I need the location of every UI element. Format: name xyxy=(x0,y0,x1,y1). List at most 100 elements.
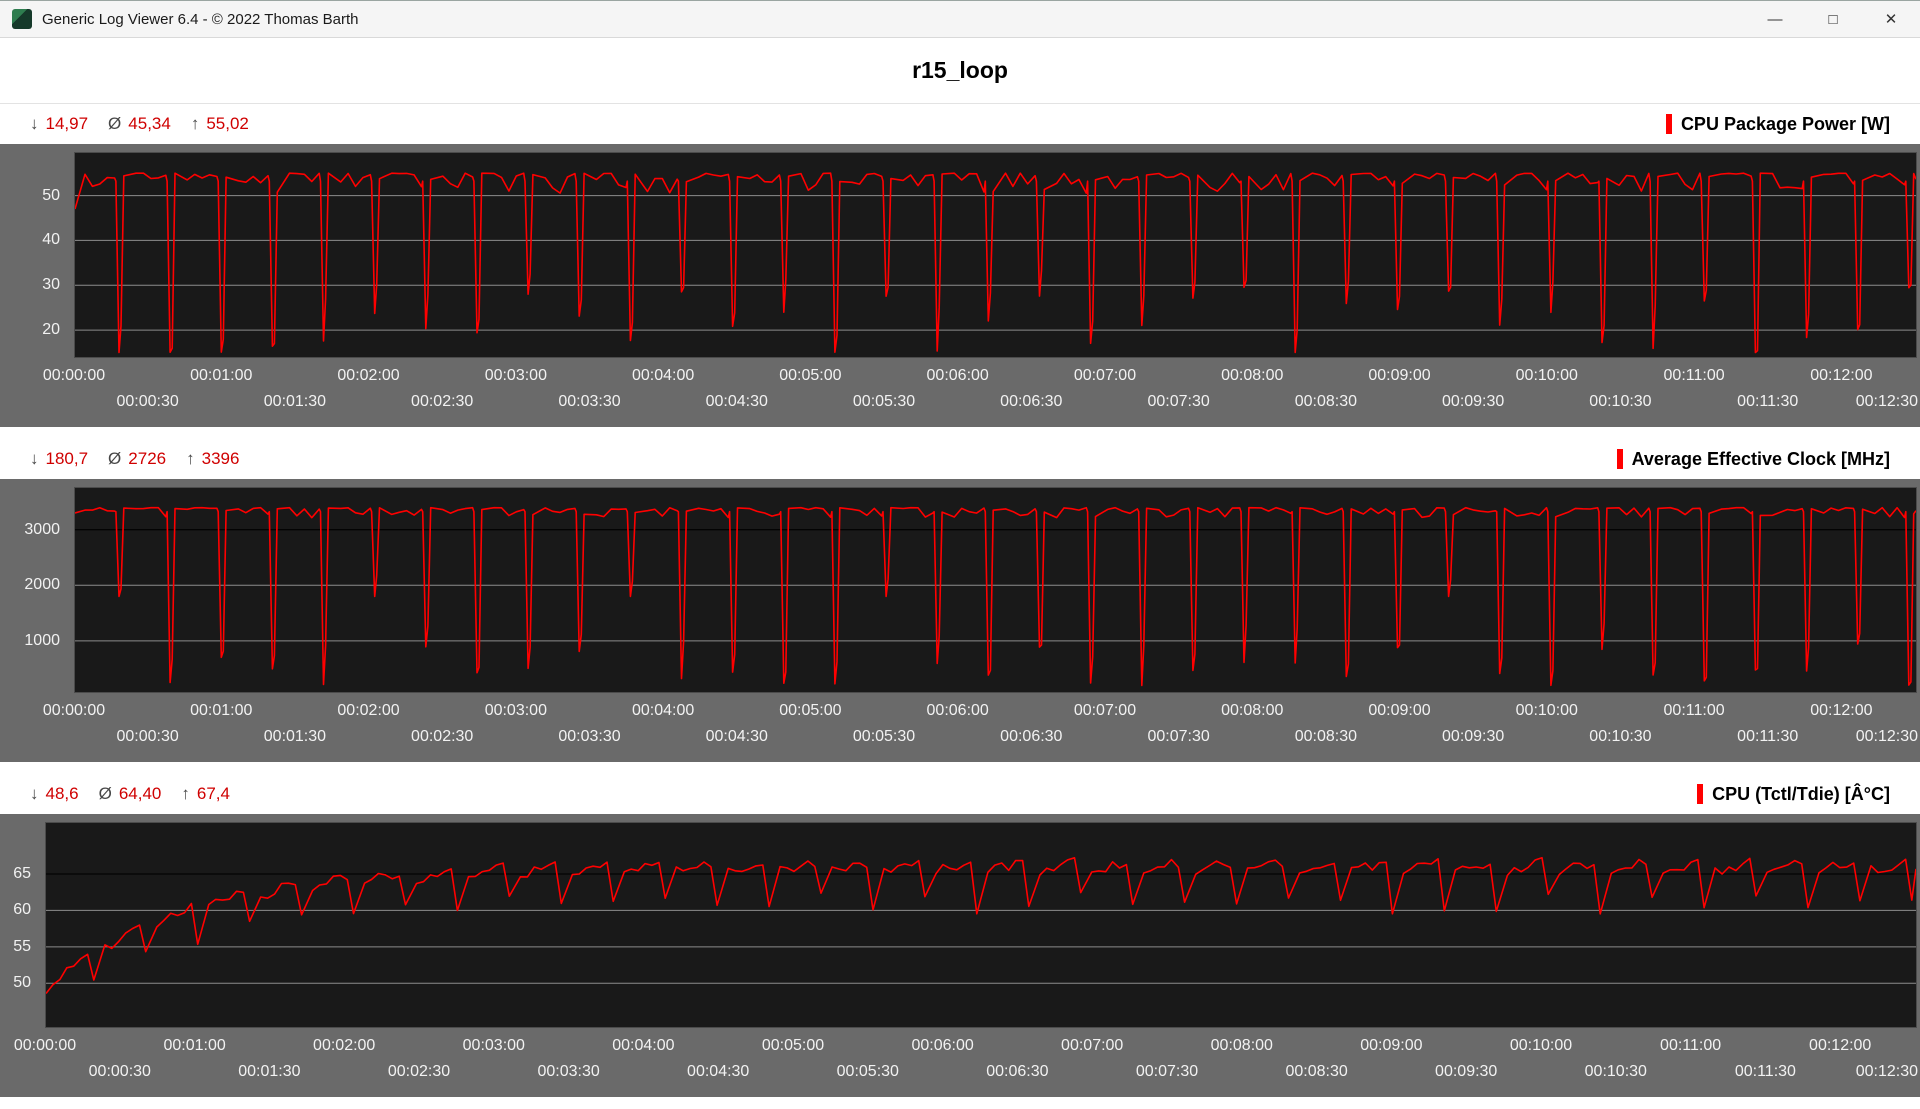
x-tick-label: 00:12:30 xyxy=(1855,1063,1918,1080)
plot-surface[interactable] xyxy=(74,487,1917,693)
chart-stats: ↓ 180,7 Ø 2726 ↑ 3396 xyxy=(30,449,239,469)
minimize-button[interactable]: — xyxy=(1746,1,1804,37)
y-tick-label: 60 xyxy=(13,901,31,919)
x-tick-label: 00:01:00 xyxy=(190,367,253,384)
x-tick-label: 00:01:30 xyxy=(263,393,327,410)
stat-min-value: 14,97 xyxy=(45,114,89,133)
x-tick-label: 00:03:30 xyxy=(558,393,621,410)
series-line xyxy=(75,506,1916,687)
x-tick-label: 00:10:00 xyxy=(1515,702,1578,719)
x-tick-label: 00:05:30 xyxy=(836,1063,899,1080)
x-tick-label: 00:04:30 xyxy=(705,393,768,410)
x-tick-label: 00:05:00 xyxy=(779,367,842,384)
y-tick-label: 30 xyxy=(42,276,60,294)
x-tick-label: 00:03:00 xyxy=(484,367,547,384)
page-title: r15_loop xyxy=(912,57,1008,83)
stats-row: ↓ 48,6 Ø 64,40 ↑ 67,4 CPU (Tctl/Tdie) [Â… xyxy=(0,774,1920,814)
x-tick-label: 00:05:00 xyxy=(779,702,842,719)
legend-color-bar xyxy=(1697,784,1704,804)
x-tick-label: 00:04:00 xyxy=(631,367,695,384)
x-tick-label: 00:04:30 xyxy=(687,1063,750,1080)
chart-area: 3000 2000 1000 00:00:00 00:01:00 00:02:00 00:0… xyxy=(0,479,1920,762)
x-tick-label: 00:09:00 xyxy=(1368,702,1431,719)
x-tick-label: 00:08:00 xyxy=(1210,1037,1273,1054)
legend-color-bar xyxy=(1616,449,1623,469)
maximize-button[interactable]: □ xyxy=(1804,1,1862,37)
x-tick-label: 00:11:00 xyxy=(1660,1037,1722,1054)
max-arrow-icon: ↑ xyxy=(186,449,195,468)
chart-legend: Average Effective Clock [MHz] xyxy=(1616,448,1890,470)
stat-avg: Ø 64,40 xyxy=(99,784,162,804)
x-tick-label: 00:08:30 xyxy=(1285,1063,1348,1080)
x-tick-label: 00:01:00 xyxy=(163,1037,226,1054)
y-tick-label: 20 xyxy=(42,321,60,339)
x-tick-label: 00:06:00 xyxy=(926,702,989,719)
chart-legend: CPU (Tctl/Tdie) [Â°C] xyxy=(1697,784,1890,805)
window-title: Generic Log Viewer 6.4 - © 2022 Thomas B… xyxy=(42,10,359,28)
stat-min: ↓ 180,7 xyxy=(30,449,88,469)
stat-max: ↑ 67,4 xyxy=(181,784,230,804)
x-tick-label: 00:11:30 xyxy=(1737,728,1799,745)
x-tick-label: 00:05:30 xyxy=(852,393,916,410)
chart-svg xyxy=(46,856,1916,994)
stat-max-value: 55,02 xyxy=(206,114,249,133)
x-tick-label: 00:11:00 xyxy=(1663,702,1725,719)
x-tick-label: 00:00:30 xyxy=(116,393,179,410)
x-tick-label: 00:06:00 xyxy=(926,367,989,384)
y-tick-label: 2000 xyxy=(24,576,60,594)
window-controls: — □ ✕ xyxy=(1746,1,1920,37)
x-tick-label: 00:06:30 xyxy=(1000,393,1063,410)
stat-min: ↓ 14,97 xyxy=(30,114,88,134)
x-tick-label: 00:09:00 xyxy=(1368,367,1431,384)
x-tick-label: 00:04:30 xyxy=(705,728,768,745)
x-tick-label: 00:07:00 xyxy=(1073,367,1137,384)
x-tick-label: 00:03:30 xyxy=(537,1063,600,1080)
legend-color-bar xyxy=(1665,114,1672,134)
close-button[interactable]: ✕ xyxy=(1862,1,1920,37)
x-tick-label: 00:12:00 xyxy=(1810,367,1873,384)
stat-min-value: 48,6 xyxy=(45,784,79,803)
x-tick-label: 00:06:30 xyxy=(986,1063,1049,1080)
x-tick-label: 00:03:00 xyxy=(484,702,547,719)
x-tick-label: 00:05:30 xyxy=(852,728,916,745)
window-titlebar: Generic Log Viewer 6.4 - © 2022 Thomas B… xyxy=(0,0,1920,38)
x-tick-label: 00:07:30 xyxy=(1135,1063,1199,1080)
x-tick-label: 00:12:00 xyxy=(1809,1037,1872,1054)
y-tick-label: 1000 xyxy=(24,631,60,649)
app-icon[interactable] xyxy=(12,9,32,29)
stat-avg-value: 45,34 xyxy=(128,114,171,133)
chart-title: Average Effective Clock [MHz] xyxy=(1631,448,1890,469)
x-tick-label: 00:09:30 xyxy=(1435,1063,1498,1080)
chart-svg xyxy=(75,506,1916,687)
x-tick-label: 00:07:00 xyxy=(1061,1037,1124,1054)
avg-icon: Ø xyxy=(108,449,122,468)
x-tick-label: 00:08:30 xyxy=(1294,728,1358,745)
stat-max-value: 3396 xyxy=(201,449,240,468)
x-tick-label: 00:07:30 xyxy=(1147,728,1210,745)
min-arrow-icon: ↓ xyxy=(30,449,39,468)
y-tick-label: 50 xyxy=(42,186,60,204)
stat-max: ↑ 3396 xyxy=(186,449,239,469)
chart-stats: ↓ 48,6 Ø 64,40 ↑ 67,4 xyxy=(30,784,230,804)
plot-surface[interactable] xyxy=(74,152,1917,358)
min-arrow-icon: ↓ xyxy=(30,114,39,133)
stat-max-value: 67,4 xyxy=(196,784,230,803)
chart-stats: ↓ 14,97 Ø 45,34 ↑ 55,02 xyxy=(30,114,249,134)
x-tick-label: 00:02:00 xyxy=(337,367,400,384)
panel-cpu-temperature: ↓ 48,6 Ø 64,40 ↑ 67,4 CPU (Tctl/Tdie) [Â… xyxy=(0,774,1920,1097)
max-arrow-icon: ↑ xyxy=(190,114,200,133)
y-tick-label: 55 xyxy=(13,937,31,955)
x-tick-label: 00:06:00 xyxy=(911,1037,974,1054)
x-tick-label: 00:09:00 xyxy=(1360,1037,1423,1054)
stat-min-value: 180,7 xyxy=(45,449,89,468)
x-tick-label: 00:08:00 xyxy=(1221,367,1284,384)
stat-avg-value: 2726 xyxy=(128,449,167,468)
y-tick-label: 50 xyxy=(13,974,31,992)
x-tick-label: 00:01:30 xyxy=(238,1063,301,1080)
plot-surface[interactable] xyxy=(45,822,1917,1028)
x-tick-label: 00:07:30 xyxy=(1147,393,1210,410)
stat-max: ↑ 55,02 xyxy=(191,114,249,134)
chart-area: 65 60 55 50 00:00:00 00:01:00 00:02:00 00:03:00… xyxy=(0,814,1920,1097)
x-tick-label: 00:04:00 xyxy=(612,1037,675,1054)
series-line xyxy=(75,172,1916,354)
